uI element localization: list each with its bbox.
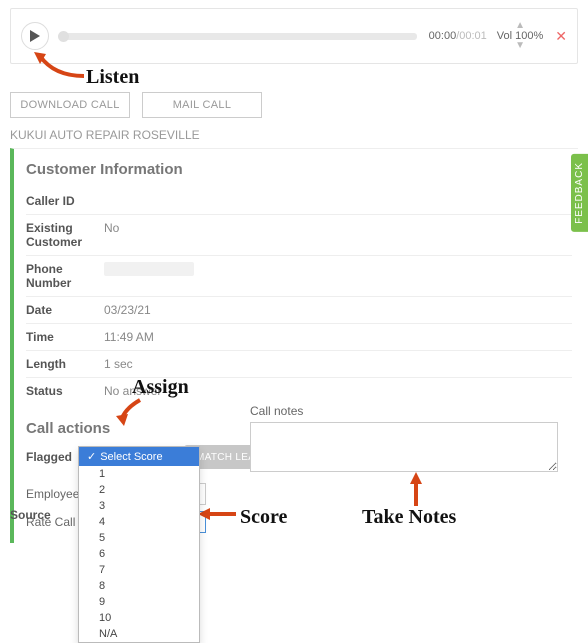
call-notes-textarea[interactable] <box>250 422 558 472</box>
date-label: Date <box>26 303 104 317</box>
score-option[interactable]: 10 <box>79 610 199 626</box>
call-notes-label: Call notes <box>250 404 558 418</box>
check-icon: ✓ <box>87 450 96 463</box>
existing-customer-value: No <box>104 221 119 249</box>
score-option[interactable]: 7 <box>79 562 199 578</box>
play-icon <box>30 30 40 42</box>
phone-value <box>104 262 194 290</box>
score-option[interactable]: 4 <box>79 514 199 530</box>
score-option-selected[interactable]: ✓ Select Score <box>79 447 199 466</box>
download-row: DOWNLOAD CALL MAIL CALL <box>10 92 578 118</box>
score-dropdown-menu[interactable]: ✓ Select Score 1 2 3 4 5 6 7 8 9 10 N/A <box>78 446 200 643</box>
current-time: 00:00 <box>429 30 457 42</box>
existing-customer-label: Existing Customer <box>26 221 104 249</box>
score-option[interactable]: N/A <box>79 626 199 642</box>
score-option[interactable]: 1 <box>79 466 199 482</box>
status-value: No answer <box>104 384 161 398</box>
score-option[interactable]: 6 <box>79 546 199 562</box>
seek-bar[interactable] <box>61 33 417 40</box>
flagged-label: Flagged <box>26 450 86 464</box>
length-label: Length <box>26 357 104 371</box>
volume-down-icon[interactable]: ▼ <box>515 42 525 50</box>
annotation-listen: Listen <box>86 66 139 89</box>
score-option[interactable]: 2 <box>79 482 199 498</box>
score-option[interactable]: 8 <box>79 578 199 594</box>
call-notes-section: Call notes <box>250 404 558 475</box>
score-option[interactable]: 5 <box>79 530 199 546</box>
date-value: 03/23/21 <box>104 303 151 317</box>
shop-name: KUKUI AUTO REPAIR ROSEVILLE <box>10 128 578 142</box>
duration: 00:01 <box>459 30 487 42</box>
close-icon[interactable]: ✕ <box>555 28 567 45</box>
caller-id-label: Caller ID <box>26 194 104 208</box>
play-button[interactable] <box>21 22 49 50</box>
source-label: Source <box>10 508 51 522</box>
time-value: 11:49 AM <box>104 330 154 344</box>
volume-up-icon[interactable]: ▲ <box>515 22 525 30</box>
download-call-button[interactable]: DOWNLOAD CALL <box>10 92 130 118</box>
status-label: Status <box>26 384 104 398</box>
score-option[interactable]: 3 <box>79 498 199 514</box>
time-label: Time <box>26 330 104 344</box>
length-value: 1 sec <box>104 357 133 371</box>
time-display: 00:00/00:01 <box>429 30 487 42</box>
feedback-tab[interactable]: FEEDBACK <box>571 154 588 232</box>
mail-call-button[interactable]: MAIL CALL <box>142 92 262 118</box>
audio-player: 00:00/00:01 ▲ Vol 100% ▼ ✕ <box>10 8 578 64</box>
score-option[interactable]: 9 <box>79 594 199 610</box>
customer-info-heading: Customer Information <box>26 161 572 178</box>
volume-control[interactable]: ▲ Vol 100% ▼ <box>497 22 543 50</box>
phone-label: Phone Number <box>26 262 104 290</box>
info-table: Caller ID Existing Customer No Phone Num… <box>26 188 572 404</box>
employee-label: Employee <box>26 487 82 501</box>
